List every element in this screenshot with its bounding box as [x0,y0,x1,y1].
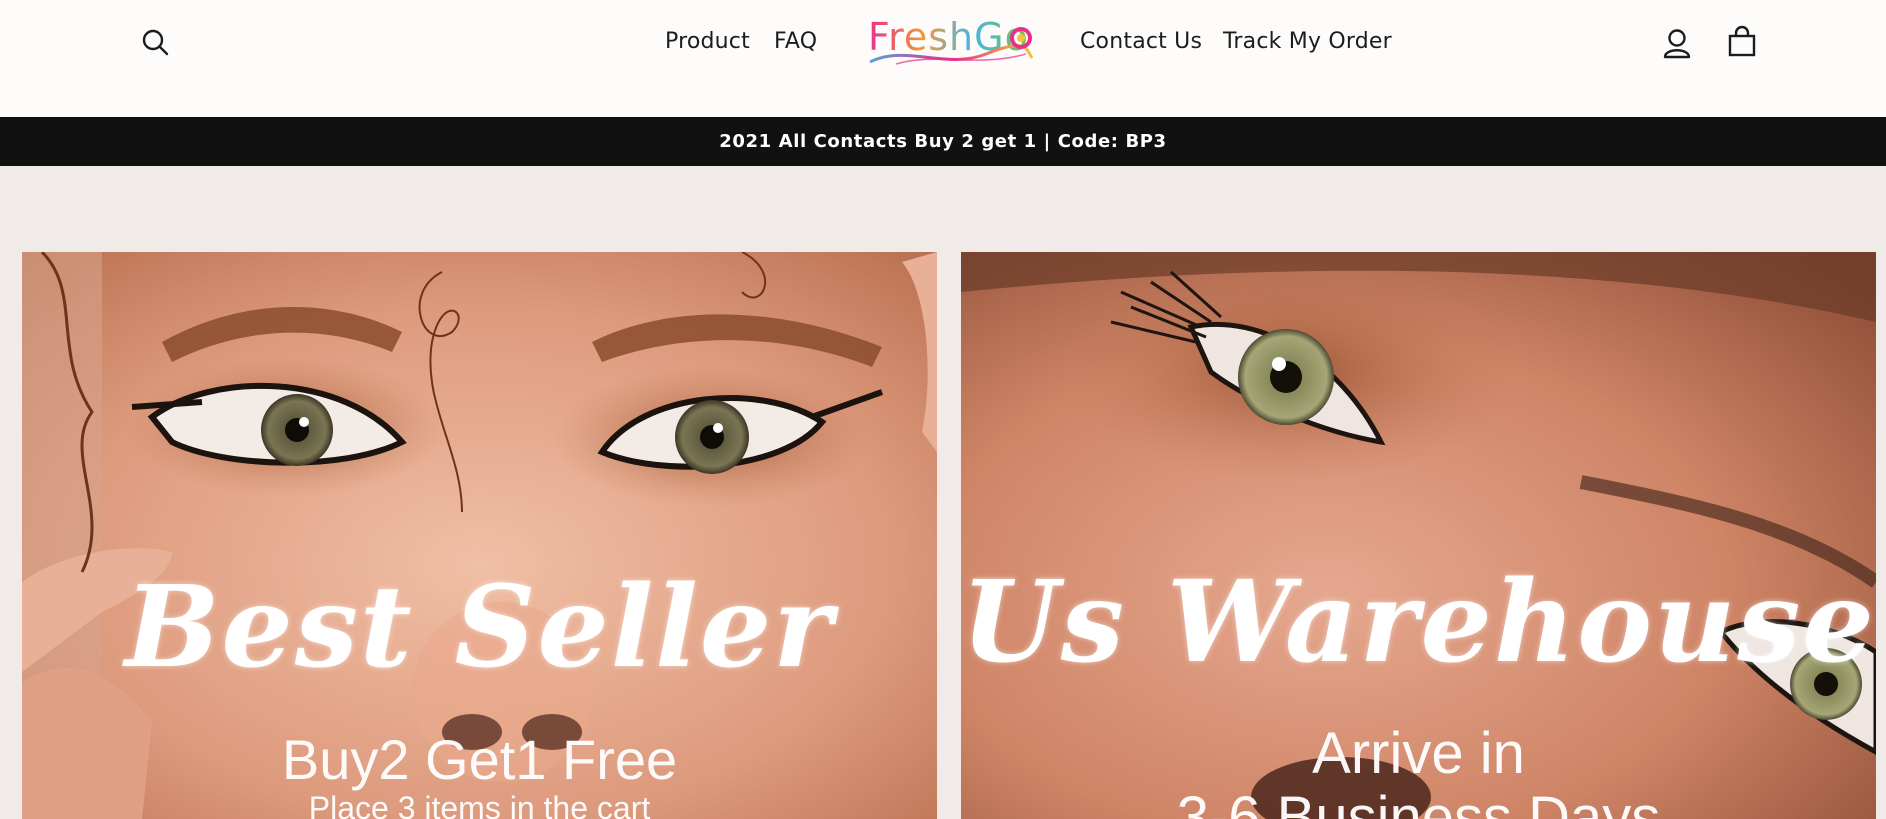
banner-note: 3-6 Business Days [1176,785,1661,819]
banner-us-warehouse[interactable]: Us Warehouse Arrive in 3-6 Business Days [961,252,1876,819]
banner-title: Us Warehouse [961,557,1876,688]
user-icon [1663,29,1691,59]
banner-note: Place 3 items in the cart [308,790,651,819]
logo-wordmark: FreshGo [868,15,1029,59]
search-button[interactable] [141,28,169,56]
freshgo-logo[interactable]: FreshGo [866,14,1034,68]
nav-link-track-my-order[interactable]: Track My Order [1223,27,1392,57]
nav-link-faq[interactable]: FAQ [774,27,817,57]
banner-subtitle: Buy2 Get1 Free [281,728,678,791]
banner-title: Best Seller [124,562,835,693]
banner-best-seller[interactable]: Best Seller Buy2 Get1 Free Place 3 items… [22,252,937,819]
cart-icon [1728,25,1756,57]
banner-subtitle: Arrive in [1312,721,1525,786]
nav-link-product[interactable]: Product [665,27,750,57]
search-icon [142,29,169,56]
site-header: Product FAQ FreshGo Contact Us Track My … [0,0,1886,117]
account-button[interactable] [1662,27,1692,59]
cart-button[interactable] [1727,25,1757,57]
announcement-bar[interactable]: 2021 All Contacts Buy 2 get 1 | Code: BP… [0,117,1886,166]
nav-link-contact-us[interactable]: Contact Us [1080,27,1202,57]
